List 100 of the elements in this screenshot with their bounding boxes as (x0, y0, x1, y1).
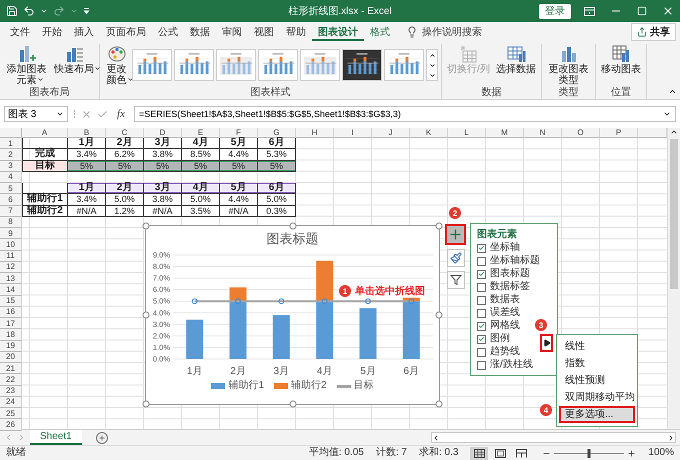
column-header[interactable]: G (258, 128, 296, 138)
menu-item[interactable]: 指数 (559, 355, 635, 372)
column-header[interactable]: J (372, 128, 410, 138)
resize-handle[interactable] (289, 222, 296, 230)
row-header[interactable]: 21 (0, 363, 22, 374)
column-header[interactable]: L (448, 128, 486, 138)
menu-item[interactable]: 线性 (559, 338, 635, 355)
column-header[interactable]: B (68, 128, 106, 138)
ribbon-tab[interactable]: 文件 (4, 23, 36, 41)
row-header[interactable]: 7 (0, 206, 22, 217)
save-icon[interactable] (6, 5, 18, 17)
row-header[interactable]: 3 (0, 160, 22, 172)
submenu-arrow-button[interactable] (540, 334, 553, 352)
sheet-tab[interactable]: Sheet1 (30, 430, 82, 444)
column-header[interactable]: E (182, 128, 220, 138)
checkbox[interactable] (477, 282, 486, 292)
bar[interactable] (402, 298, 420, 302)
checkbox[interactable] (477, 244, 486, 252)
menu-item[interactable]: 更多选项... (559, 406, 635, 423)
chart-style-thumbnail[interactable] (300, 49, 340, 81)
point-handle[interactable] (322, 298, 328, 304)
point-handle[interactable] (278, 298, 284, 304)
ribbon-tab[interactable]: 帮助 (280, 23, 312, 41)
maximize-icon[interactable] (637, 6, 647, 16)
view-button[interactable] (470, 446, 488, 460)
zoom-thumb[interactable] (588, 448, 591, 458)
ribbon-tab[interactable]: 数据 (184, 23, 216, 41)
point-handle[interactable] (235, 298, 241, 304)
resize-handle[interactable] (436, 400, 442, 408)
row-header[interactable]: 4 (0, 172, 22, 183)
checkbox[interactable] (477, 334, 486, 344)
column-header[interactable]: P (600, 128, 638, 138)
bar[interactable] (402, 301, 420, 359)
customize-toolbar-icon[interactable] (83, 7, 90, 15)
redo-icon[interactable] (53, 5, 65, 17)
line-series[interactable] (194, 300, 412, 302)
resize-handle[interactable] (142, 400, 150, 408)
row-header[interactable]: 9 (0, 228, 22, 240)
insert-function-button[interactable]: fx (113, 108, 129, 120)
row-header[interactable]: 13 (0, 273, 22, 284)
share-button[interactable]: 共享 (631, 23, 676, 41)
chart-style-thumbnail[interactable] (174, 49, 214, 81)
bar[interactable] (230, 287, 246, 302)
chart-tool-button[interactable] (446, 249, 464, 267)
bar[interactable] (316, 260, 334, 302)
column-header[interactable]: O (562, 128, 600, 138)
row-header[interactable]: 1 (0, 138, 22, 150)
ribbon-button[interactable]: 移动图表 (598, 44, 643, 75)
bar[interactable] (186, 320, 204, 359)
add-sheet-button[interactable] (96, 432, 108, 444)
resize-handle[interactable] (142, 222, 150, 230)
tell-me-search[interactable]: 操作说明搜索 (422, 25, 482, 39)
point-handle[interactable] (365, 298, 371, 304)
ribbon-button[interactable]: 快速布局 (52, 44, 96, 75)
enter-icon[interactable] (97, 108, 108, 120)
resize-handle[interactable] (436, 312, 442, 318)
checkbox[interactable] (477, 270, 486, 278)
row-header[interactable]: 10 (0, 239, 22, 250)
row-header[interactable]: 23 (0, 386, 22, 397)
row-header[interactable]: 20 (0, 352, 22, 363)
close-icon[interactable] (662, 5, 674, 17)
column-header[interactable]: M (486, 128, 524, 138)
chart-style-thumbnail[interactable] (342, 49, 382, 81)
row-header[interactable]: 12 (0, 262, 22, 273)
caret-icon[interactable] (40, 7, 48, 15)
column-header[interactable]: D (144, 128, 182, 138)
resize-handle[interactable] (142, 312, 150, 318)
ribbon-button[interactable]: 添加图表元素 (3, 44, 50, 86)
row-header[interactable]: 15 (0, 296, 22, 307)
chart-tool-button[interactable] (446, 271, 464, 289)
undo-icon[interactable] (23, 5, 35, 17)
row-header[interactable]: 8 (0, 216, 22, 228)
column-header[interactable]: K (410, 128, 448, 138)
menu-item[interactable]: 线性预测 (559, 372, 635, 389)
column-header[interactable]: A (22, 128, 68, 138)
checkbox[interactable] (477, 360, 486, 370)
row-header[interactable]: 2 (0, 149, 22, 160)
resize-handle[interactable] (436, 222, 442, 230)
checkbox[interactable] (477, 296, 486, 304)
checkbox[interactable] (477, 308, 486, 318)
row-header[interactable]: 5 (0, 183, 22, 194)
ribbon-button[interactable]: 选择数据 (494, 44, 538, 75)
chart-style-thumbnail[interactable] (258, 49, 298, 81)
row-header[interactable]: 18 (0, 329, 22, 340)
row-header[interactable]: 14 (0, 284, 22, 296)
ribbon-tab[interactable]: 审阅 (216, 23, 248, 41)
ribbon-display-icon[interactable] (584, 6, 595, 16)
sign-in-button[interactable]: 登录 (539, 4, 571, 18)
zoom-in-icon[interactable] (627, 448, 636, 458)
column-header[interactable]: F (220, 128, 258, 138)
bar[interactable] (272, 315, 290, 359)
bar[interactable] (316, 301, 334, 359)
row-header[interactable]: 11 (0, 250, 22, 262)
cancel-icon[interactable] (81, 108, 92, 120)
resize-handle[interactable] (289, 400, 296, 408)
ribbon-tab[interactable]: 开始 (36, 23, 68, 41)
row-header[interactable]: 6 (0, 194, 22, 206)
previous-sheet-icon[interactable] (4, 433, 13, 442)
column-header[interactable]: N (524, 128, 562, 138)
checkbox[interactable] (477, 256, 486, 266)
